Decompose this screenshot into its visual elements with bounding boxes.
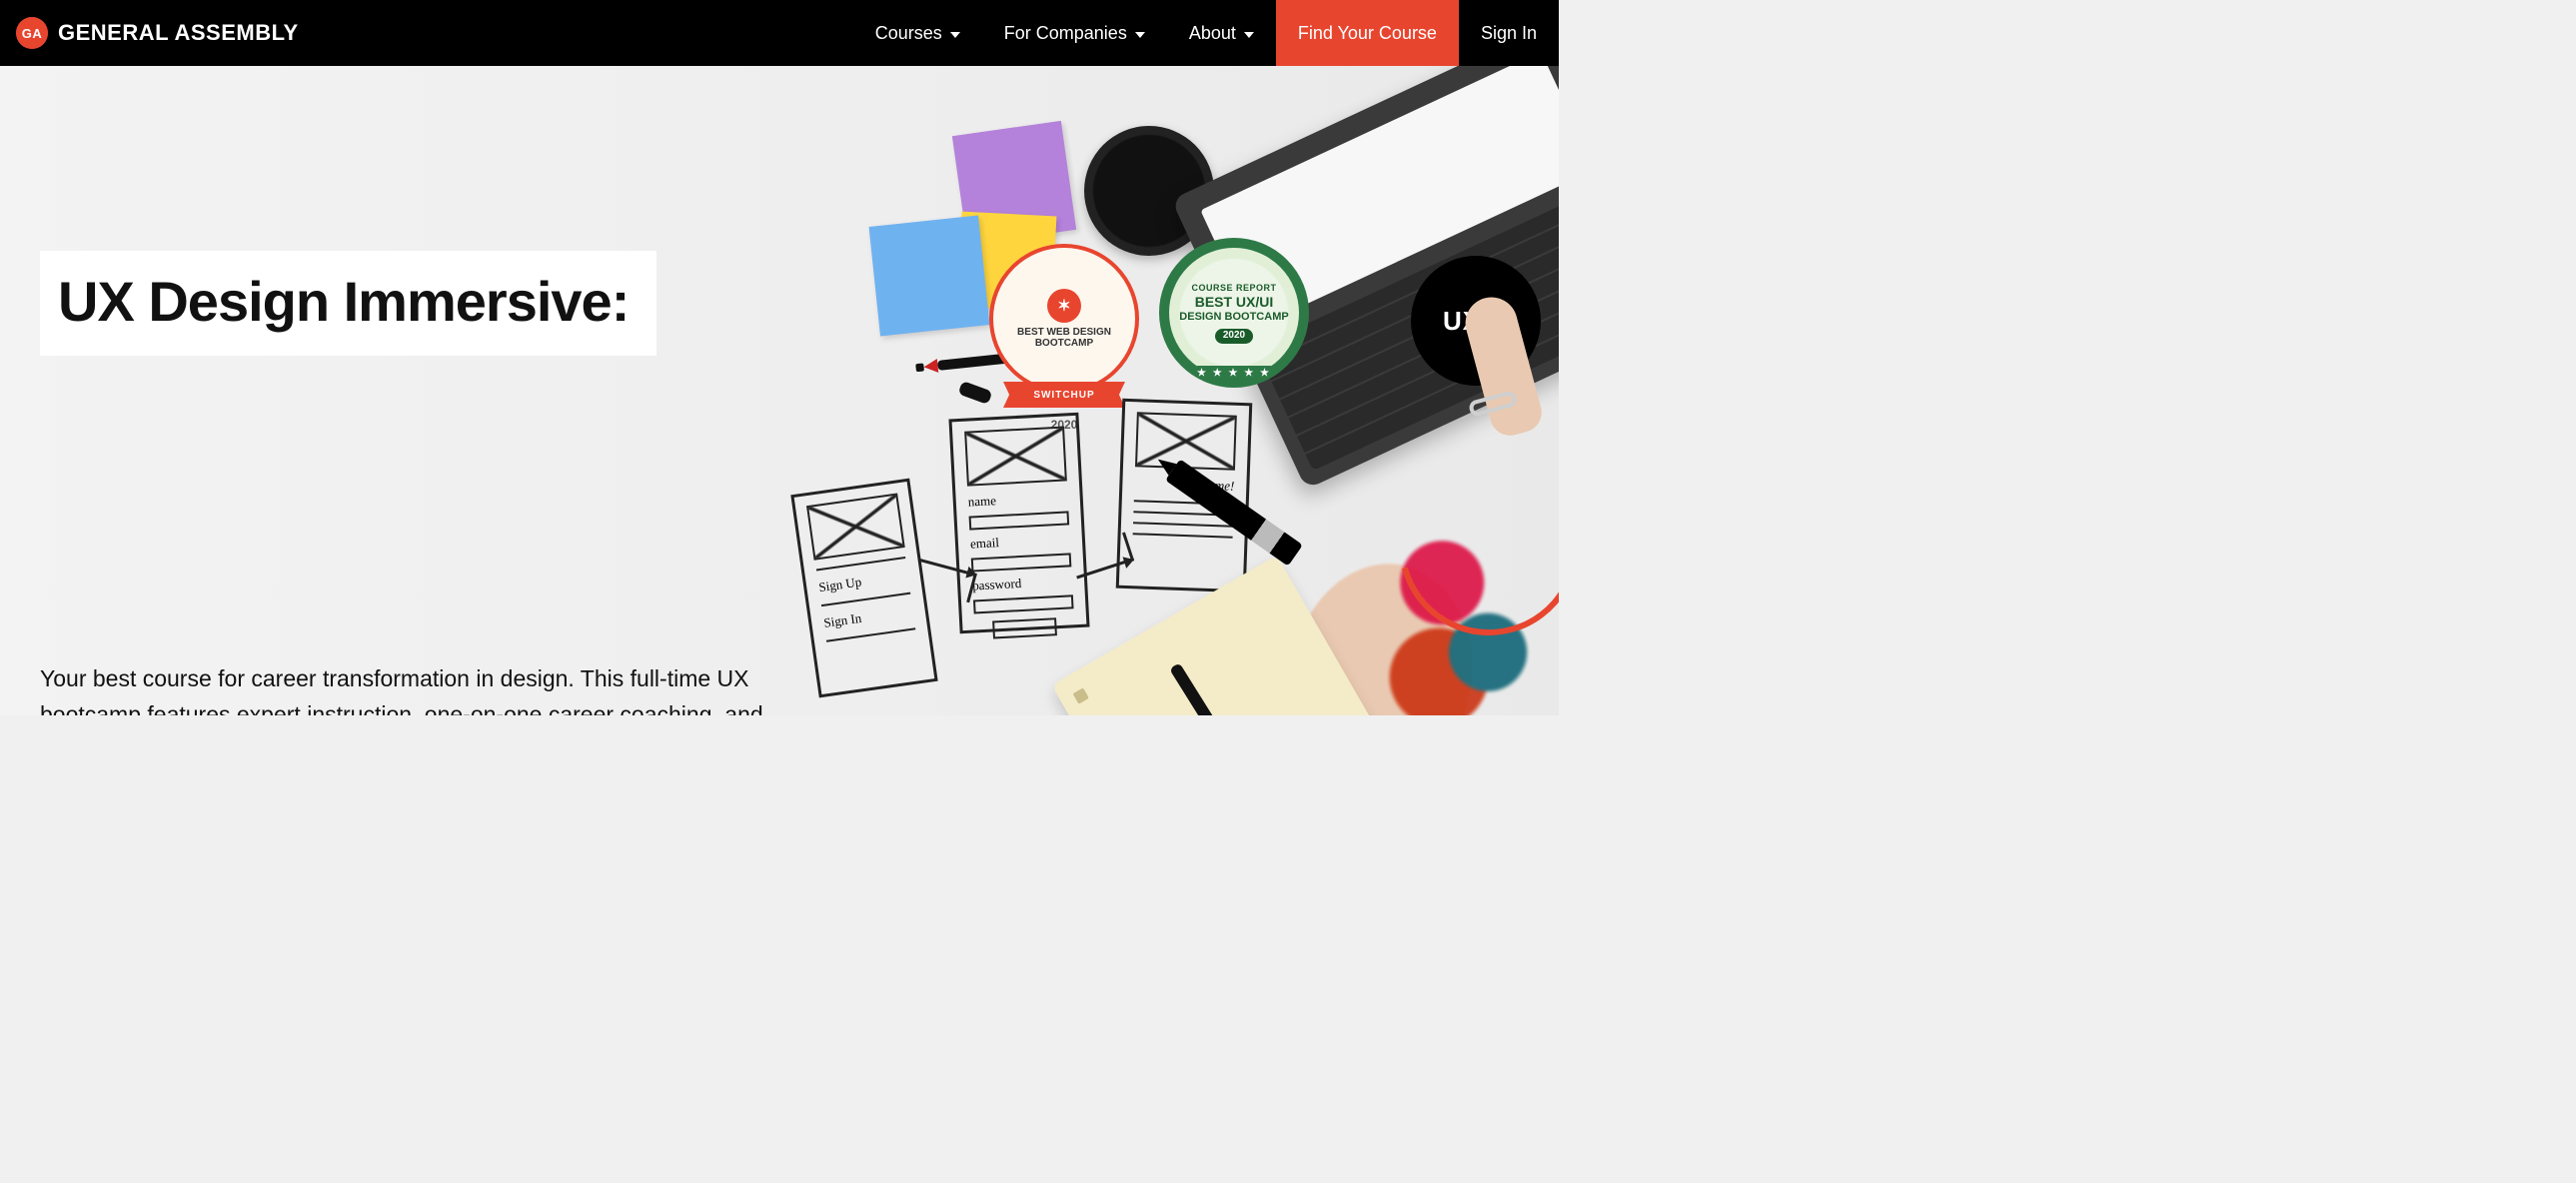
brand-badge-icon: GA xyxy=(16,17,48,49)
nav-courses-label: Courses xyxy=(875,23,942,44)
brand-logo[interactable]: GA GENERAL ASSEMBLY xyxy=(16,17,299,49)
hero-heading-wrap: UX Design Immersive: xyxy=(40,251,779,356)
wireframe-image-placeholder-icon xyxy=(1135,412,1236,470)
nav-courses[interactable]: Courses xyxy=(853,0,982,66)
wireframe-text: Sign Up xyxy=(817,568,908,595)
course-report-line2: DESIGN BOOTCAMP xyxy=(1179,311,1288,325)
main-nav: Courses For Companies About Find Your Co… xyxy=(853,0,1559,66)
nav-find-your-course[interactable]: Find Your Course xyxy=(1276,0,1459,66)
wireframe-line-icon xyxy=(1133,522,1233,527)
wireframe-field-icon xyxy=(969,511,1070,530)
switchup-line2: BOOTCAMP xyxy=(1035,338,1093,349)
switchup-badge: ✶ BEST WEB DESIGN BOOTCAMP SWITCHUP 2020 xyxy=(989,244,1139,394)
pen-cap-icon xyxy=(958,381,993,405)
switchup-line1: BEST WEB DESIGN xyxy=(1017,327,1111,338)
course-report-line1: BEST UX/UI xyxy=(1195,294,1274,312)
wireframe-button-icon xyxy=(992,617,1057,638)
nav-for-companies-label: For Companies xyxy=(1004,23,1127,44)
course-report-stars: ★ ★ ★ ★ ★ xyxy=(1197,366,1271,383)
nav-signin-label: Sign In xyxy=(1481,23,1537,44)
course-report-top: COURSE REPORT xyxy=(1191,283,1276,294)
nav-cta-label: Find Your Course xyxy=(1298,23,1437,44)
wireframe-line-icon xyxy=(1133,533,1233,538)
nav-for-companies[interactable]: For Companies xyxy=(982,0,1167,66)
course-report-badge: COURSE REPORT BEST UX/UI DESIGN BOOTCAMP… xyxy=(1159,238,1309,388)
hero-body: Your best course for career transformati… xyxy=(40,502,839,715)
wireframe-field-icon xyxy=(971,553,1072,572)
wireframe-text: email xyxy=(970,531,1071,552)
chevron-down-icon xyxy=(950,32,960,38)
wireframe-text: name xyxy=(967,489,1068,510)
flame-icon: ✶ xyxy=(1047,289,1081,323)
nav-about[interactable]: About xyxy=(1167,0,1276,66)
wireframe-image-placeholder-icon xyxy=(965,427,1067,487)
site-header: GA GENERAL ASSEMBLY Courses For Companie… xyxy=(0,0,1559,66)
brand-badge-text: GA xyxy=(22,26,43,41)
nav-sign-in[interactable]: Sign In xyxy=(1459,0,1559,66)
hero-title: UX Design Immersive: xyxy=(40,251,656,356)
hero-description: Your best course for career transformati… xyxy=(40,661,829,715)
hero-artwork: ✶ BEST WEB DESIGN BOOTCAMP SWITCHUP 2020… xyxy=(839,66,1559,715)
nav-about-label: About xyxy=(1189,23,1236,44)
wireframe-text: password xyxy=(972,573,1073,593)
hero-section: UX Design Immersive: Your best course fo… xyxy=(0,66,1559,715)
chevron-down-icon xyxy=(1135,32,1145,38)
wireframe-line-icon xyxy=(826,627,915,642)
brand-name: GENERAL ASSEMBLY xyxy=(58,20,299,46)
wireframe-field-icon xyxy=(973,594,1074,613)
chevron-down-icon xyxy=(1244,32,1254,38)
course-report-year: 2020 xyxy=(1215,329,1253,344)
switchup-ribbon: SWITCHUP xyxy=(1003,382,1125,408)
sticky-note-icon xyxy=(869,216,990,337)
wireframe-image-placeholder-icon xyxy=(806,494,904,561)
wireframe-text: Sign In xyxy=(822,603,913,631)
